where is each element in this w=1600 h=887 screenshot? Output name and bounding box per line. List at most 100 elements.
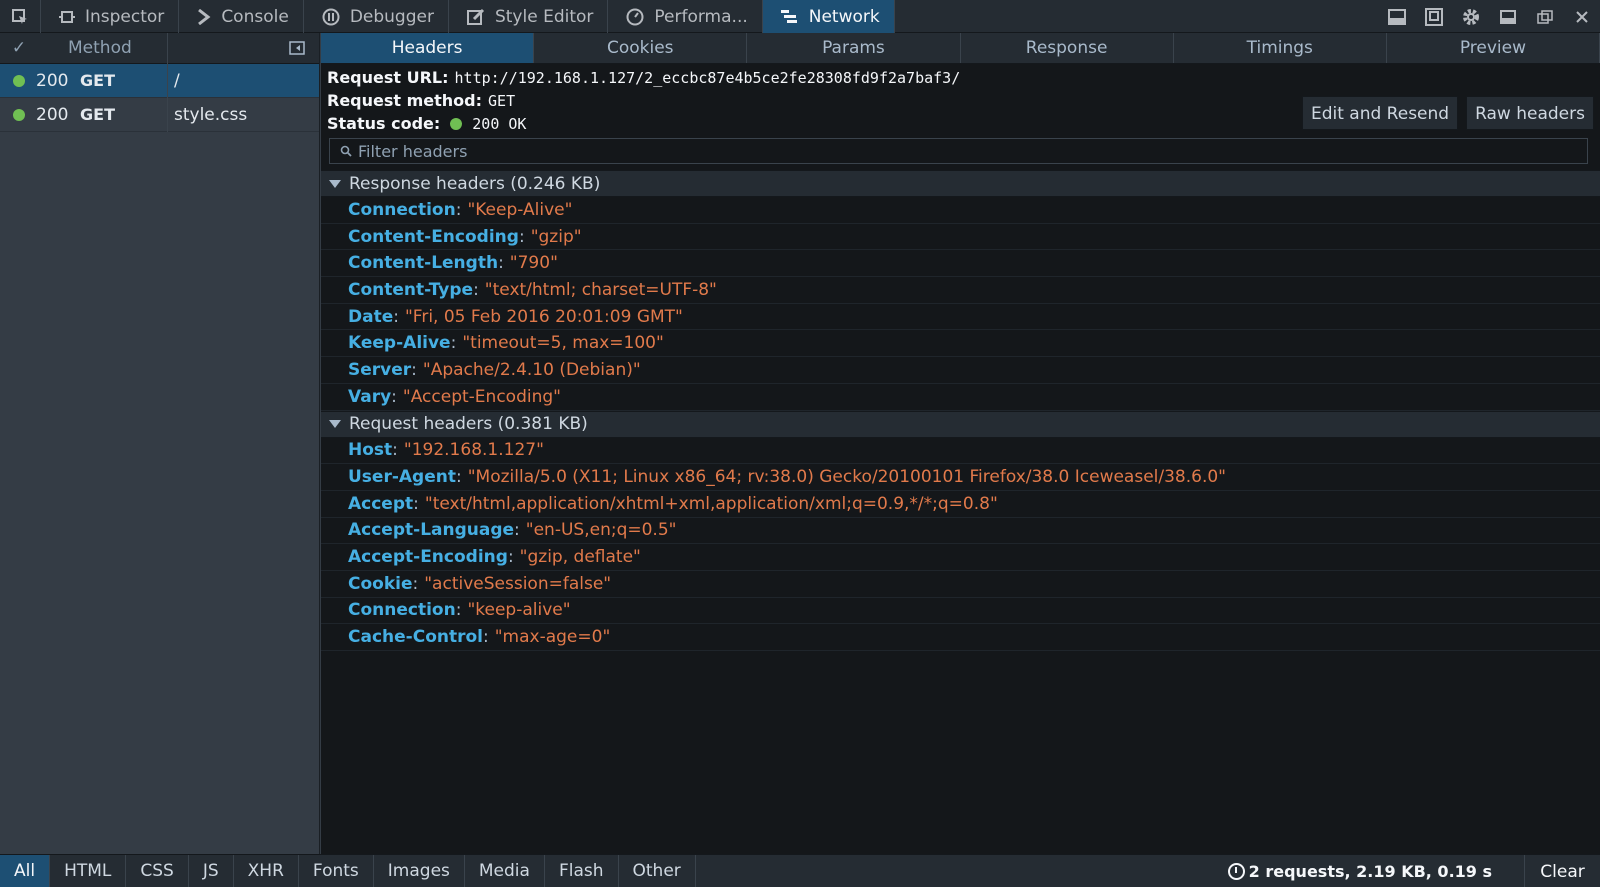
raw-headers-button[interactable]: Raw headers xyxy=(1466,96,1594,130)
element-picker-icon xyxy=(12,8,27,24)
filter-fonts-button[interactable]: Fonts xyxy=(299,854,374,887)
tab-inspector[interactable]: Inspector xyxy=(41,0,180,33)
toggle-details-button[interactable] xyxy=(168,41,319,55)
status-code-value: 200 OK xyxy=(472,114,527,133)
header-row[interactable]: Content-Encoding: "gzip" xyxy=(321,224,1600,251)
performance-icon xyxy=(626,8,644,26)
header-row[interactable]: Accept-Language: "en-US,en;q=0.5" xyxy=(321,518,1600,545)
network-filter-bar: All HTML CSS JS XHR Fonts Images Media F… xyxy=(0,854,1600,887)
header-value: "192.168.1.127" xyxy=(403,440,544,461)
request-list-panel: ✓ Method 200 GET / 200 GET style.css xyxy=(0,32,320,854)
tab-label: Performa... xyxy=(654,6,748,27)
response-headers-list: Connection: "Keep-Alive" Content-Encoding… xyxy=(321,197,1600,411)
tab-performance[interactable]: Performa... xyxy=(608,0,763,33)
header-actions: Edit and Resend Raw headers xyxy=(1301,96,1594,130)
filter-html-button[interactable]: HTML xyxy=(50,854,127,887)
status-code-label: Status code: xyxy=(327,114,441,133)
filter-other-button[interactable]: Other xyxy=(619,854,696,887)
header-row[interactable]: Content-Length: "790" xyxy=(321,250,1600,278)
check-column-header[interactable]: ✓ xyxy=(0,38,38,58)
tab-debugger[interactable]: Debugger xyxy=(304,0,449,33)
header-value: "gzip" xyxy=(530,226,582,247)
header-name: User-Agent xyxy=(348,467,456,488)
clear-button[interactable]: Clear xyxy=(1524,855,1600,887)
tab-params[interactable]: Params xyxy=(747,33,961,63)
header-value: "en-US,en;q=0.5" xyxy=(525,520,677,541)
header-name: Accept xyxy=(348,493,414,514)
header-row[interactable]: Connection: "keep-alive" xyxy=(321,598,1600,625)
header-row[interactable]: Accept: "text/html,application/xhtml+xml,… xyxy=(321,491,1600,518)
method-column-header[interactable]: Method xyxy=(38,32,168,64)
tab-headers[interactable]: Headers xyxy=(321,33,535,63)
status-ok-dot xyxy=(450,117,463,130)
header-name: Content-Type xyxy=(348,279,474,300)
style-editor-icon xyxy=(466,8,485,26)
filter-all-button[interactable]: All xyxy=(0,854,51,887)
request-url-label: Request URL: xyxy=(327,68,449,87)
settings-icon[interactable] xyxy=(1452,7,1489,27)
header-value: "Mozilla/5.0 (X11; Linux x86_64; rv:38.0… xyxy=(467,467,1227,488)
edit-and-resend-button[interactable]: Edit and Resend xyxy=(1301,96,1459,130)
header-name: Host xyxy=(348,440,393,461)
tab-style-editor[interactable]: Style Editor xyxy=(449,0,609,33)
filter-media-button[interactable]: Media xyxy=(465,854,545,887)
header-name: Accept-Encoding xyxy=(348,547,508,568)
header-row[interactable]: Server: "Apache/2.4.10 (Debian)" xyxy=(321,357,1600,384)
request-summary-button[interactable]: 2 requests, 2.19 KB, 0.19 s xyxy=(1227,855,1492,887)
header-name: Keep-Alive xyxy=(348,333,451,354)
filter-headers-field xyxy=(329,138,1588,164)
tab-preview[interactable]: Preview xyxy=(1387,33,1600,63)
header-name: Cookie xyxy=(348,573,413,594)
dock-side-icon[interactable] xyxy=(1489,9,1526,24)
header-row[interactable]: Content-Type: "text/html; charset=UTF-8" xyxy=(321,277,1600,304)
responsive-design-icon[interactable] xyxy=(1415,7,1452,26)
request-headers-list: Host: "192.168.1.127" User-Agent: "Mozilla… xyxy=(321,438,1600,651)
request-url-line: Request URL: http://192.168.1.127/2_eccb… xyxy=(327,66,1594,89)
header-row[interactable]: Connection: "Keep-Alive" xyxy=(321,197,1600,224)
request-list-header: ✓ Method xyxy=(0,32,319,64)
response-headers-section-toggle[interactable]: Response headers (0.246 KB) xyxy=(321,170,1600,197)
header-row[interactable]: Date: "Fri, 05 Feb 2016 20:01:09 GMT" xyxy=(321,304,1600,331)
header-value: "gzip, deflate" xyxy=(519,547,641,568)
tab-response[interactable]: Response xyxy=(961,33,1174,63)
filter-flash-button[interactable]: Flash xyxy=(545,854,619,887)
tab-console[interactable]: Console xyxy=(179,0,304,33)
header-value: "Keep-Alive" xyxy=(467,199,573,220)
stopwatch-icon xyxy=(1227,863,1245,880)
inspector-icon xyxy=(59,9,75,25)
tab-label: Network xyxy=(808,6,880,27)
header-row[interactable]: Vary: "Accept-Encoding" xyxy=(321,384,1600,411)
debugger-icon xyxy=(322,8,340,26)
tab-cookies[interactable]: Cookies xyxy=(534,33,748,63)
details-tabs: Headers Cookies Params Response Timings … xyxy=(321,33,1600,64)
filter-js-button[interactable]: JS xyxy=(189,854,234,887)
header-row[interactable]: Keep-Alive: "timeout=5, max=100" xyxy=(321,330,1600,358)
request-row[interactable]: 200 GET / xyxy=(0,63,319,98)
header-row[interactable]: Accept-Encoding: "gzip, deflate" xyxy=(321,544,1600,571)
request-method: GET xyxy=(80,105,115,124)
header-value: "Fri, 05 Feb 2016 20:01:09 GMT" xyxy=(404,306,683,327)
header-row[interactable]: Cache-Control: "max-age=0" xyxy=(321,624,1600,651)
element-picker-button[interactable] xyxy=(0,0,41,33)
tab-label: Console xyxy=(221,6,289,27)
tab-timings[interactable]: Timings xyxy=(1174,33,1387,63)
filter-css-button[interactable]: CSS xyxy=(126,854,189,887)
filter-images-button[interactable]: Images xyxy=(374,854,465,887)
undock-icon[interactable] xyxy=(1526,9,1563,24)
filter-xhr-button[interactable]: XHR xyxy=(234,854,299,887)
header-name: Vary xyxy=(348,386,392,407)
header-row[interactable]: Host: "192.168.1.127" xyxy=(321,438,1600,465)
header-name: Content-Encoding xyxy=(348,226,519,247)
header-row[interactable]: Cookie: "activeSession=false" xyxy=(321,571,1600,598)
split-console-icon[interactable] xyxy=(1378,8,1415,25)
request-method-value: GET xyxy=(488,91,516,110)
request-row[interactable]: 200 GET style.css xyxy=(0,97,319,132)
request-headers-section-toggle[interactable]: Request headers (0.381 KB) xyxy=(321,410,1600,438)
close-icon[interactable] xyxy=(1563,10,1600,24)
tab-label: Inspector xyxy=(85,6,165,27)
header-name: Connection xyxy=(348,199,456,220)
filter-headers-input[interactable] xyxy=(358,141,1558,161)
expand-triangle-icon xyxy=(329,420,341,428)
header-row[interactable]: User-Agent: "Mozilla/5.0 (X11; Linux x86_… xyxy=(321,464,1600,491)
tab-network[interactable]: Network xyxy=(762,0,895,33)
